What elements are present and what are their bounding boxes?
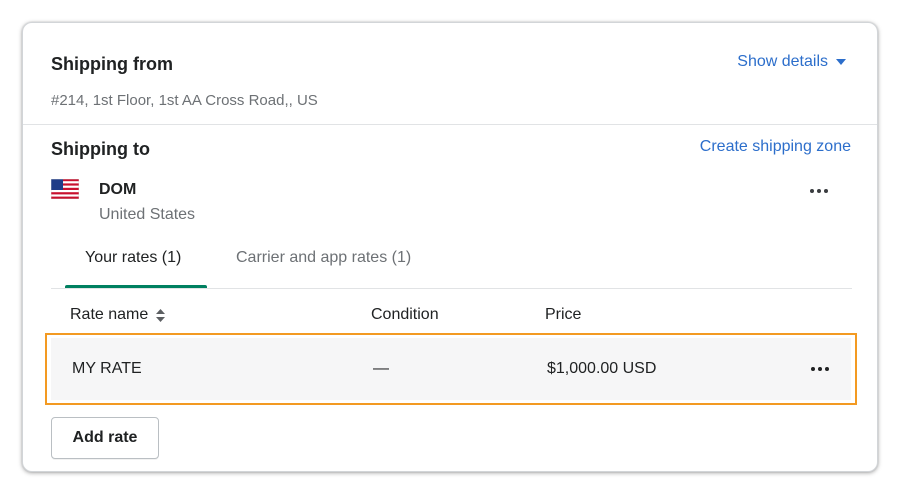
rate-name-cell: MY RATE	[72, 360, 142, 377]
rate-name-column-header[interactable]: Rate name	[70, 306, 166, 324]
table-row[interactable]: MY RATE — $1,000.00 USD	[45, 333, 857, 405]
condition-cell: —	[373, 360, 389, 377]
zone-name: DOM	[99, 181, 137, 198]
price-cell: $1,000.00 USD	[547, 360, 657, 377]
show-details-link[interactable]: Show details	[737, 53, 846, 71]
tab-your-rates[interactable]: Your rates (1)	[85, 249, 181, 267]
zone-country: United States	[99, 206, 196, 223]
rate-name-header-label: Rate name	[70, 306, 149, 323]
tab-carrier-and-app-rates[interactable]: Carrier and app rates (1)	[236, 249, 411, 267]
add-rate-button[interactable]: Add rate	[51, 417, 159, 459]
section-divider	[23, 124, 877, 125]
caret-down-icon	[836, 59, 846, 65]
rate-more-actions-icon[interactable]	[811, 367, 829, 371]
tabs-divider	[51, 288, 852, 289]
condition-column-header: Condition	[371, 306, 439, 323]
zone-more-actions-icon[interactable]	[810, 189, 828, 193]
table-row-background	[51, 338, 851, 400]
us-flag-icon	[51, 179, 79, 199]
show-details-label: Show details	[737, 53, 828, 70]
create-shipping-zone-link[interactable]: Create shipping zone	[700, 138, 851, 156]
sort-icon	[156, 308, 166, 322]
shipping-card: Shipping from #214, 1st Floor, 1st AA Cr…	[22, 22, 878, 472]
shipping-to-title: Shipping to	[51, 139, 150, 159]
shipping-from-title: Shipping from	[51, 54, 173, 74]
shipping-from-address: #214, 1st Floor, 1st AA Cross Road,, US	[51, 92, 318, 109]
price-column-header: Price	[545, 306, 582, 323]
